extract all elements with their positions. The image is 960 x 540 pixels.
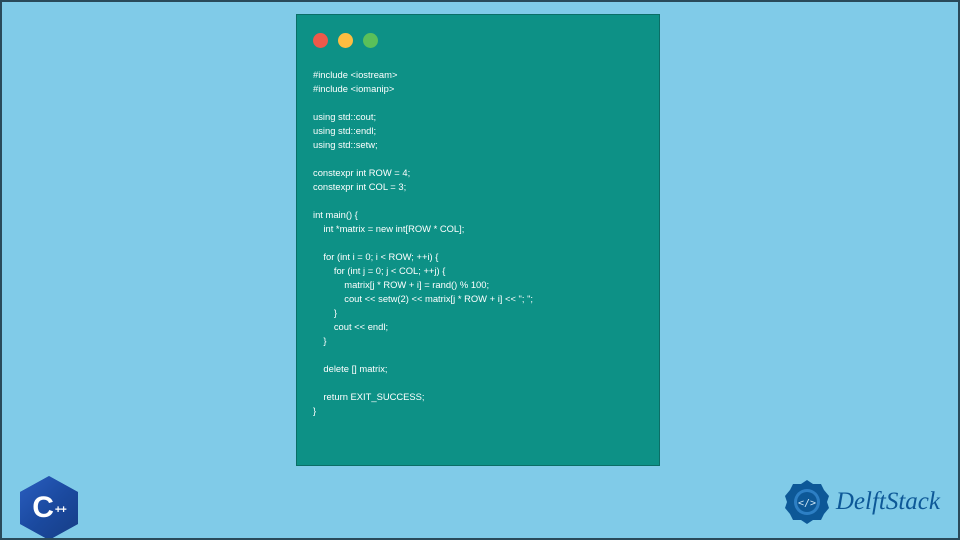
brand-name: DelftStack (836, 488, 940, 516)
svg-text:</>: </> (798, 498, 816, 509)
window-controls (297, 15, 659, 56)
close-dot-icon (313, 33, 328, 48)
cpp-plus-plus: ++ (55, 506, 66, 515)
brand-badge-icon: </> (784, 479, 830, 525)
cpp-logo: C ++ (20, 476, 78, 540)
minimize-dot-icon (338, 33, 353, 48)
brand: </> DelftStack (784, 479, 940, 525)
code-window: #include <iostream> #include <iomanip> u… (296, 14, 660, 466)
cpp-c-letter: C (32, 491, 54, 525)
maximize-dot-icon (363, 33, 378, 48)
code-block: #include <iostream> #include <iomanip> u… (297, 56, 659, 418)
